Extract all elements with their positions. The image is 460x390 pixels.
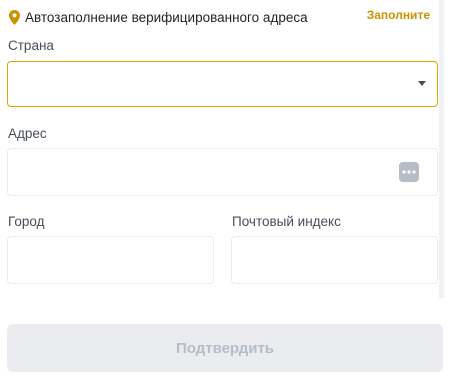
location-pin-icon [8,9,20,25]
more-dots-icon[interactable] [399,162,419,182]
city-input[interactable] [7,236,214,284]
autofill-fill-link[interactable]: Заполните [367,8,430,22]
postal-code-label: Почтовый индекс [232,214,341,229]
scrollbar[interactable] [439,0,444,298]
city-label: Город [8,214,45,229]
country-label: Страна [8,38,54,53]
caret-down-icon[interactable] [418,81,426,86]
submit-button[interactable]: Подтвердить [7,324,443,372]
autofill-verified-address-row: Автозаполнение верифицированного адреса … [8,8,432,26]
address-label: Адрес [8,126,47,141]
autofill-label: Автозаполнение верифицированного адреса [25,9,308,25]
address-input[interactable] [7,148,438,196]
country-select[interactable] [7,61,438,107]
postal-code-input[interactable] [231,236,438,284]
